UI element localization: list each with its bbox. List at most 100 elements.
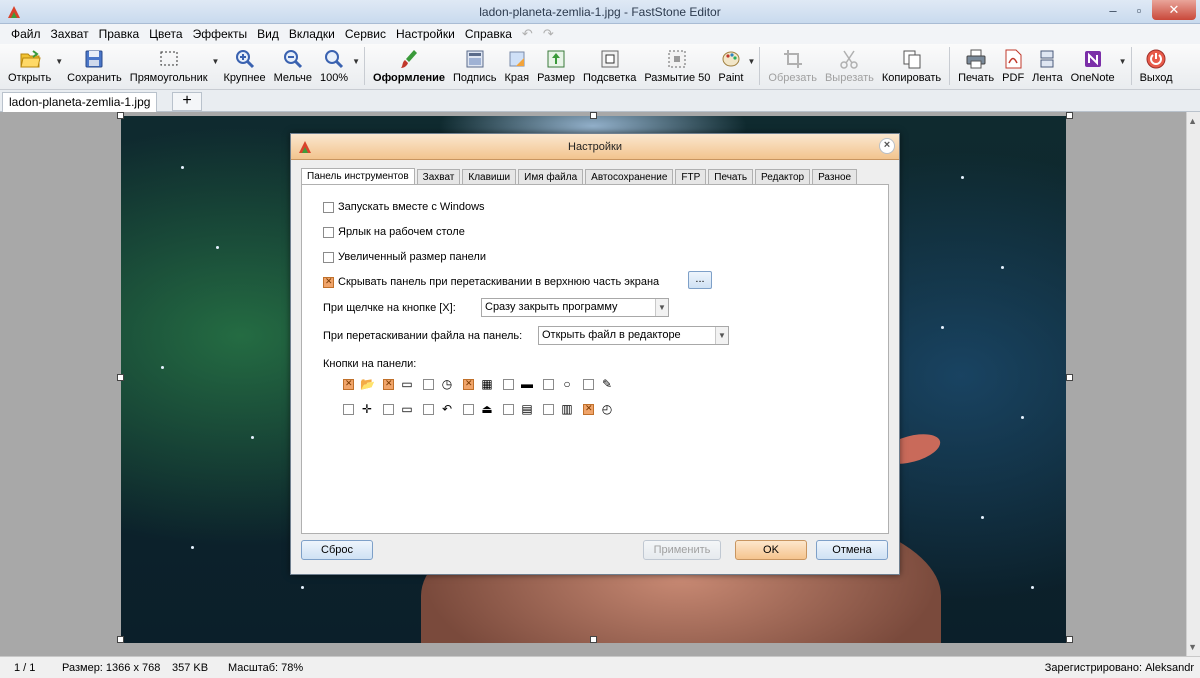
tab-editor[interactable]: Редактор <box>755 169 811 185</box>
print-button[interactable]: Печать <box>954 44 998 88</box>
hide-panel-options-button[interactable]: ... <box>688 271 712 289</box>
resize-handle[interactable] <box>590 636 597 643</box>
decor-button[interactable]: Оформление <box>369 44 449 88</box>
close-x-select[interactable]: Сразу закрыть программу ▼ <box>481 298 669 317</box>
open-folder-icon <box>19 50 41 68</box>
pdf-button[interactable]: PDF <box>998 44 1028 88</box>
apply-button[interactable]: Применить <box>643 540 721 560</box>
tab-capture[interactable]: Захват <box>416 169 461 185</box>
menu-file[interactable]: Файл <box>6 24 46 44</box>
resize-handle[interactable] <box>117 112 124 119</box>
panel-button-checkbox[interactable] <box>503 379 514 390</box>
zoom-dropdown-icon[interactable]: ▼ <box>352 57 360 66</box>
panel-button-checkbox[interactable] <box>543 379 554 390</box>
resize-handle[interactable] <box>590 112 597 119</box>
maximize-button[interactable]: ▫ <box>1126 0 1152 20</box>
tab-keys[interactable]: Клавиши <box>462 169 517 185</box>
zoom-100-button[interactable]: 100% <box>316 44 352 88</box>
add-tab-button[interactable]: + <box>172 92 202 111</box>
panel-button-checkbox[interactable] <box>463 378 474 390</box>
open-button[interactable]: Открыть <box>4 44 55 88</box>
menu-effects[interactable]: Эффекты <box>188 24 253 44</box>
panel-button-checkbox[interactable] <box>503 404 514 415</box>
resize-button[interactable]: Размер <box>533 44 579 88</box>
cut-button[interactable]: Вырезать <box>821 44 878 88</box>
paint-button[interactable]: Paint <box>714 44 747 88</box>
panel-button-checkbox[interactable] <box>583 379 594 390</box>
option-hide-panel[interactable]: Скрывать панель при перетаскивании в вер… <box>323 276 659 288</box>
scroll-down-icon[interactable]: ▼ <box>1188 642 1197 652</box>
save-icon <box>85 50 103 68</box>
undo-icon[interactable]: ↶ <box>517 26 538 42</box>
tab-ftp[interactable]: FTP <box>675 169 707 185</box>
caption-button[interactable]: Подпись <box>449 44 501 88</box>
resize-handle[interactable] <box>117 374 124 381</box>
checkbox[interactable] <box>323 226 334 238</box>
onenote-dropdown-icon[interactable]: ▼ <box>1119 57 1127 66</box>
title-bar: ladon-planeta-zemlia-1.jpg - FastStone E… <box>0 0 1200 24</box>
dialog-close-button[interactable]: × <box>879 138 895 154</box>
highlight-button[interactable]: Подсветка <box>579 44 640 88</box>
menu-view[interactable]: Вид <box>252 24 284 44</box>
panel-button-checkbox[interactable] <box>423 404 434 415</box>
save-button[interactable]: Сохранить <box>63 44 126 88</box>
menu-help[interactable]: Справка <box>460 24 517 44</box>
panel-button-checkbox[interactable] <box>543 404 554 415</box>
copy-button[interactable]: Копировать <box>878 44 945 88</box>
menu-settings[interactable]: Настройки <box>391 24 460 44</box>
paint-dropdown-icon[interactable]: ▼ <box>747 57 755 66</box>
option-start-with-windows[interactable]: Запускать вместе с Windows <box>323 201 485 213</box>
drag-file-select[interactable]: Открыть файл в редакторе ▼ <box>538 326 729 345</box>
redo-icon[interactable]: ↷ <box>538 26 559 42</box>
checkbox-checked[interactable] <box>323 276 334 288</box>
close-window-button[interactable]: ✕ <box>1152 0 1196 20</box>
chevron-down-icon[interactable]: ▼ <box>715 327 728 344</box>
menu-tabs[interactable]: Вкладки <box>284 24 340 44</box>
panel-button-checkbox[interactable] <box>463 404 474 415</box>
crop-button[interactable]: Обрезать <box>764 44 821 88</box>
menu-tools[interactable]: Сервис <box>340 24 391 44</box>
resize-handle[interactable] <box>1066 636 1073 643</box>
vertical-scrollbar[interactable]: ▲ ▼ <box>1186 112 1200 656</box>
tape-button[interactable]: Лента <box>1028 44 1066 88</box>
option-large-panel[interactable]: Увеличенный размер панели <box>323 251 486 263</box>
menu-colors[interactable]: Цвета <box>144 24 187 44</box>
chevron-down-icon[interactable]: ▼ <box>655 299 668 316</box>
tab-autosave[interactable]: Автосохранение <box>585 169 674 185</box>
resize-handle[interactable] <box>1066 374 1073 381</box>
tab-toolbar-panel[interactable]: Панель инструментов <box>301 168 415 185</box>
panel-button-checkbox[interactable] <box>423 379 434 390</box>
zoom-out-button[interactable]: Мельче <box>270 44 316 88</box>
open-dropdown-icon[interactable]: ▼ <box>55 57 63 66</box>
zoom-in-button[interactable]: Крупнее <box>219 44 269 88</box>
file-tab[interactable]: ladon-planeta-zemlia-1.jpg <box>2 92 158 112</box>
exit-button[interactable]: Выход <box>1136 44 1177 88</box>
menu-edit[interactable]: Правка <box>94 24 145 44</box>
onenote-button[interactable]: OneNote <box>1067 44 1119 88</box>
option-desktop-shortcut[interactable]: Ярлык на рабочем столе <box>323 226 465 238</box>
tab-misc[interactable]: Разное <box>812 169 858 185</box>
checkbox[interactable] <box>323 201 334 213</box>
reset-button[interactable]: Сброс <box>301 540 373 560</box>
dialog-panel: Запускать вместе с Windows Ярлык на рабо… <box>301 184 889 534</box>
panel-button-checkbox[interactable] <box>343 378 354 390</box>
checkbox[interactable] <box>323 251 334 263</box>
rectangle-dropdown-icon[interactable]: ▼ <box>212 57 220 66</box>
panel-button-checkbox[interactable] <box>383 378 394 390</box>
edges-button[interactable]: Края <box>501 44 534 88</box>
panel-button-checkbox[interactable] <box>383 404 394 415</box>
menu-capture[interactable]: Захват <box>46 24 94 44</box>
open-folder-icon: 📂 <box>360 377 375 391</box>
rectangle-button[interactable]: Прямоугольник <box>126 44 212 88</box>
blur-button[interactable]: Размытие 50 <box>640 44 714 88</box>
panel-button-checkbox[interactable] <box>583 403 594 415</box>
minimize-button[interactable]: – <box>1100 0 1126 20</box>
resize-handle[interactable] <box>1066 112 1073 119</box>
scroll-up-icon[interactable]: ▲ <box>1188 116 1197 126</box>
panel-button-checkbox[interactable] <box>343 404 354 415</box>
tab-filename[interactable]: Имя файла <box>518 169 584 185</box>
ok-button[interactable]: OK <box>735 540 807 560</box>
tab-print[interactable]: Печать <box>708 169 754 185</box>
resize-handle[interactable] <box>117 636 124 643</box>
cancel-button[interactable]: Отмена <box>816 540 888 560</box>
